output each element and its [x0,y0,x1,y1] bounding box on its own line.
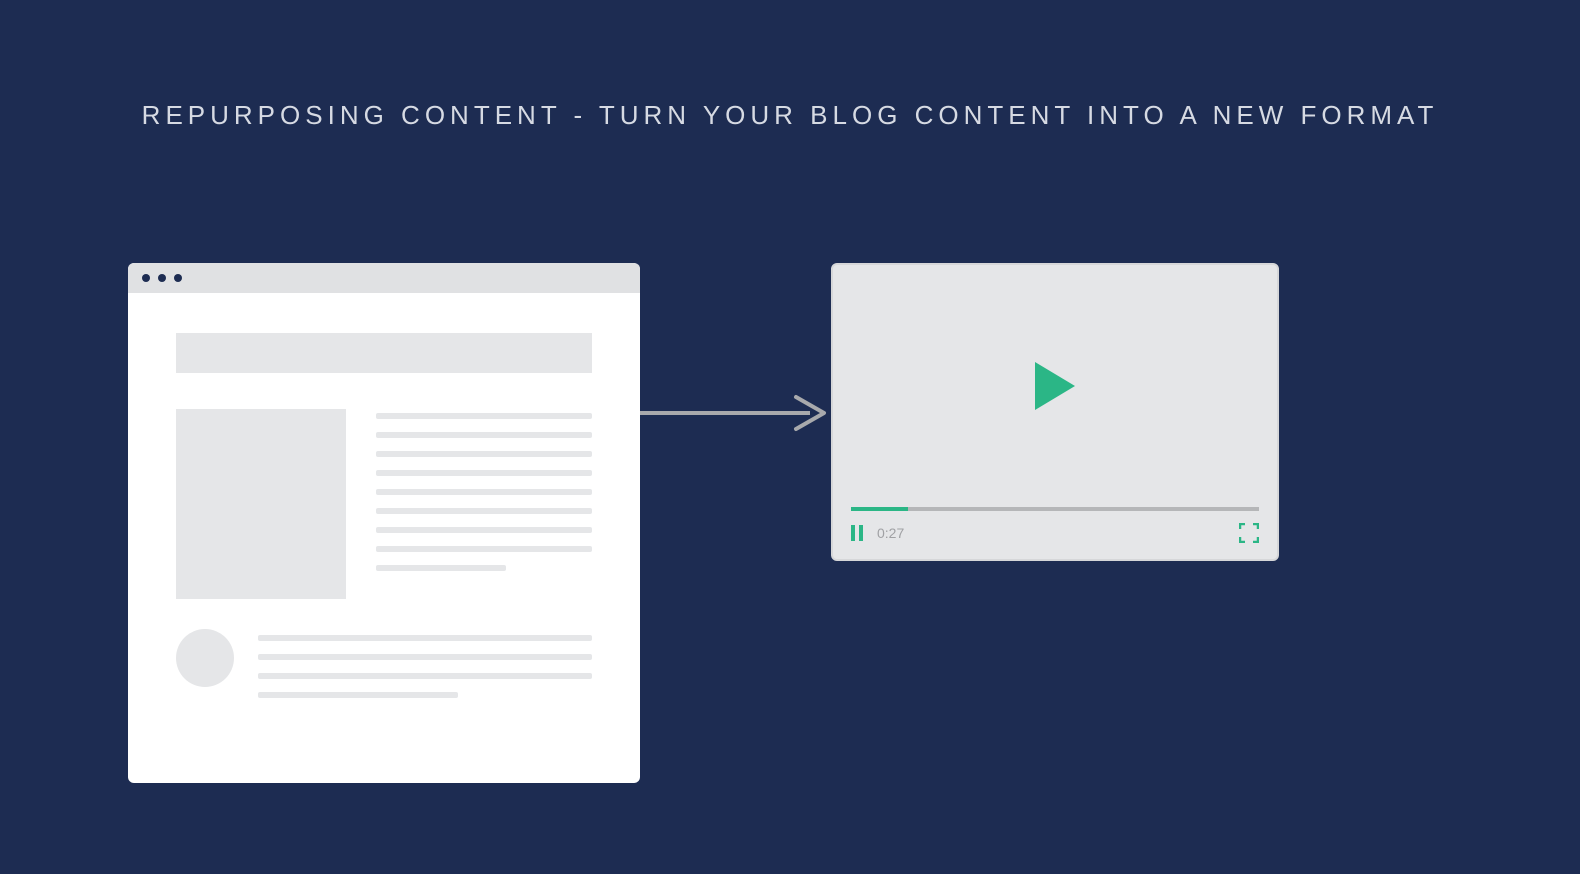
placeholder-line [376,413,592,419]
placeholder-line [376,508,592,514]
play-icon [1035,362,1075,410]
controls-row: 0:27 [851,523,1259,543]
placeholder-line [376,451,592,457]
placeholder-lines [258,629,592,698]
placeholder-avatar [176,629,234,687]
window-dot-icon [174,274,182,282]
blog-row [176,409,592,599]
pause-icon [851,525,863,541]
placeholder-line [258,692,458,698]
placeholder-line [258,635,592,641]
window-dot-icon [142,274,150,282]
placeholder-line [376,489,592,495]
window-titlebar [128,263,640,293]
window-dot-icon [158,274,166,282]
placeholder-heading [176,333,592,373]
blog-body [128,293,640,698]
placeholder-line [258,654,592,660]
blog-window [128,263,640,783]
placeholder-line [376,470,592,476]
video-time: 0:27 [877,525,904,541]
placeholder-line [376,565,506,571]
arrow-icon [640,393,830,433]
progress-fill [851,507,908,511]
video-controls: 0:27 [833,507,1277,559]
fullscreen-icon [1239,523,1259,543]
placeholder-line [376,527,592,533]
placeholder-line [258,673,592,679]
page-title: REPURPOSING CONTENT - TURN YOUR BLOG CON… [0,100,1580,131]
progress-bar [851,507,1259,511]
placeholder-line [376,432,592,438]
video-stage [833,265,1277,507]
video-player: 0:27 [831,263,1279,561]
placeholder-image [176,409,346,599]
placeholder-line [376,546,592,552]
blog-row [176,629,592,698]
placeholder-lines [376,409,592,599]
